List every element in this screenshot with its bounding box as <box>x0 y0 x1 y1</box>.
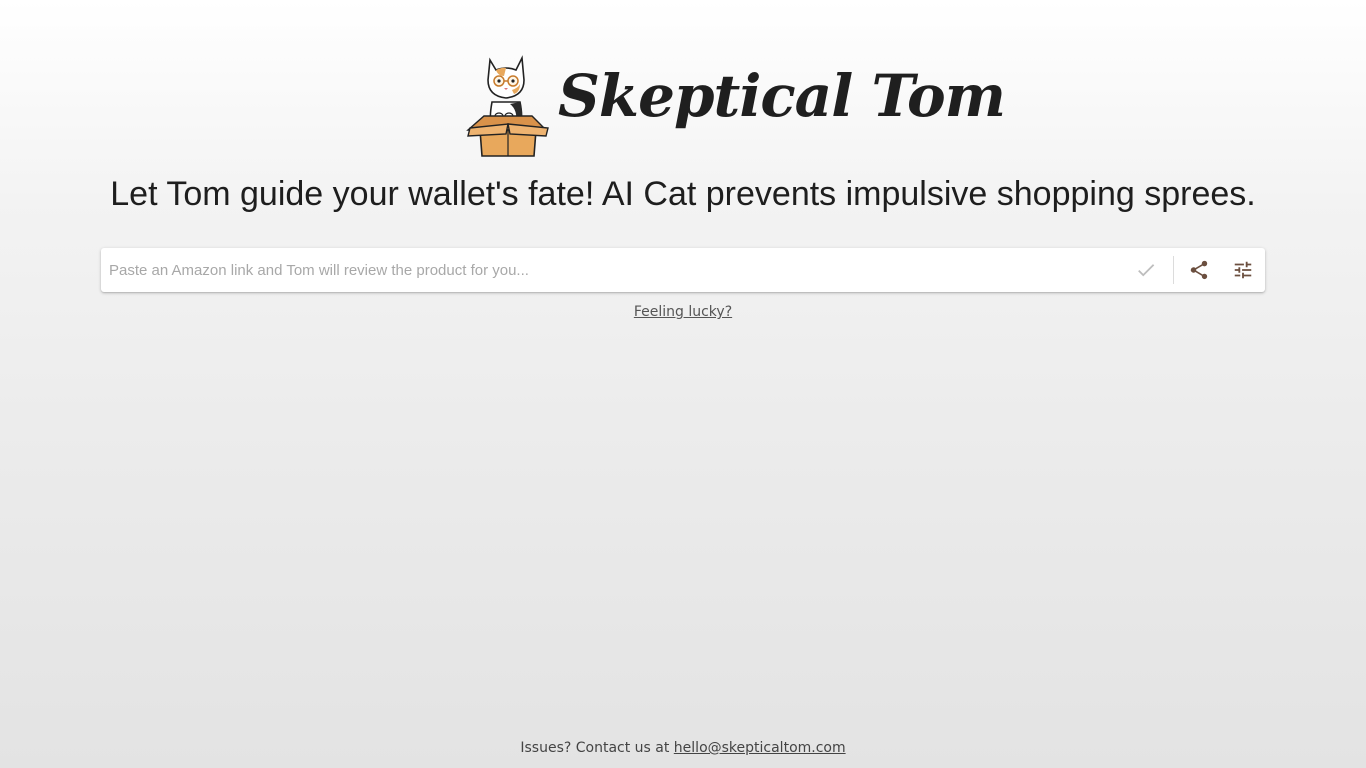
search-box <box>101 248 1265 292</box>
footer-text: Issues? Contact us at <box>520 740 674 756</box>
submit-button[interactable] <box>1132 256 1160 284</box>
amazon-link-input[interactable] <box>101 248 1111 292</box>
share-button[interactable] <box>1185 256 1213 284</box>
footer: Issues? Contact us at hello@skepticaltom… <box>0 738 1366 758</box>
cat-in-box-icon <box>466 55 549 157</box>
brand-name-label: Skeptical Tom <box>558 62 1006 130</box>
tagline: Let Tom guide your wallet's fate! AI Cat… <box>110 175 1256 213</box>
contact-email-link[interactable]: hello@skepticaltom.com <box>674 740 846 756</box>
toolbar-divider <box>1173 256 1174 284</box>
feeling-lucky-link[interactable]: Feeling lucky? <box>634 304 732 320</box>
share-icon <box>1190 260 1208 280</box>
brand-name: Skeptical Tom <box>558 54 1006 154</box>
check-icon <box>1138 264 1155 277</box>
feeling-lucky: Feeling lucky? <box>0 302 1366 322</box>
logo: Skeptical Tom <box>466 54 1006 158</box>
settings-button[interactable] <box>1229 256 1257 284</box>
tune-icon <box>1234 261 1252 279</box>
